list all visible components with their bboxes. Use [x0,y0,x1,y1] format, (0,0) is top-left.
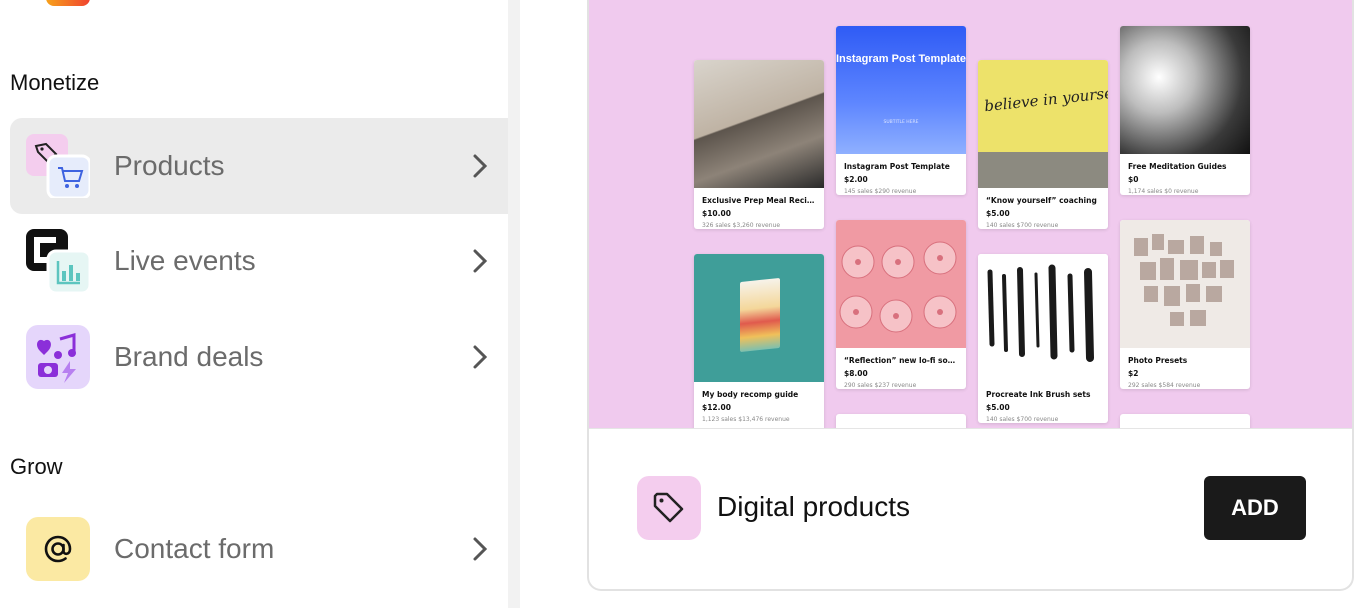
section-title-monetize: Monetize [10,70,100,95]
product-stats: 326 sales $3,260 revenue [702,222,781,229]
product-stats: 1,123 sales $13,476 revenue [702,416,790,423]
sidebar-item-label: Brand deals [114,341,264,372]
digital-products-card[interactable]: Exclusive Prep Meal Recipe $10.00 326 sa… [587,0,1354,591]
product-tile: Free Meditation Guides $0 1,174 sales $0… [1120,26,1250,195]
sidebar-item-label: Contact form [114,533,275,564]
sidebar-item-brand-deals[interactable]: Brand deals [10,309,522,405]
product-image-subtext: SUBTITLE HERE [883,120,919,125]
sidebar-item-live-events[interactable]: Live events [10,213,522,309]
chevron-right-icon [473,154,488,178]
product-tile: Procreate Ink Brush sets $5.00 140 sales… [978,254,1108,423]
product-price: $5.00 [986,403,1010,412]
product-tile: Instagram Post Template SUBTITLE HERE In… [836,26,966,195]
product-name: Exclusive Prep Meal Recipe [702,196,816,205]
sidebar-item-label: Live events [114,245,256,276]
product-price: $0 [1128,175,1139,184]
sidebar-item-products[interactable]: Products [10,118,522,214]
product-image [1120,220,1250,348]
product-tile: believe in yourself “Know yourself” coac… [978,60,1108,229]
sidebar-item-contact-form[interactable]: Contact form [10,501,522,597]
product-name: Instagram Post Template [844,162,950,171]
calendar-icon [26,229,92,295]
product-price: $2.00 [844,175,868,184]
product-image [1120,26,1250,154]
product-image [978,254,1108,382]
chevron-right-icon [473,537,488,561]
product-image-text: believe in yourself [983,82,1108,116]
product-stats: 292 sales $584 revenue [1128,382,1201,389]
at-sign-icon [26,517,90,581]
product-tile [1120,414,1250,428]
add-button[interactable]: ADD [1204,476,1306,540]
product-name: “Know yourself” coaching [986,196,1097,205]
product-name: “Reflection” new lo-fi song ... [844,356,958,365]
product-price: $5.00 [986,209,1010,218]
product-stats: 140 sales $700 revenue [986,416,1059,423]
card-footer: Digital products ADD [589,428,1352,589]
product-image: believe in yourself [978,60,1108,188]
chevron-right-icon [473,249,488,273]
product-price: $8.00 [844,369,868,378]
product-stats: 140 sales $700 revenue [986,222,1059,229]
product-image: Instagram Post Template SUBTITLE HERE [836,26,966,154]
heart-music-camera-icon [26,325,90,389]
product-stats: 145 sales $290 revenue [844,188,917,195]
chevron-right-icon [473,345,488,369]
product-price: $12.00 [702,403,731,412]
tag-icon [637,476,701,540]
tag-cart-icon [26,134,92,200]
product-name: My body recomp guide [702,390,799,399]
product-stats: 1,174 sales $0 revenue [1128,188,1199,195]
product-tile: My body recomp guide $12.00 1,123 sales … [694,254,824,428]
app-icon[interactable] [46,0,90,6]
product-preview: Exclusive Prep Meal Recipe $10.00 326 sa… [589,0,1352,428]
product-image [694,60,824,188]
product-image [836,220,966,348]
product-stats: 290 sales $237 revenue [844,382,917,389]
product-name: Free Meditation Guides [1128,162,1227,171]
product-price: $2 [1128,369,1139,378]
card-title: Digital products [717,491,910,522]
section-title-grow: Grow [10,454,63,479]
product-price: $10.00 [702,209,731,218]
divider [508,0,520,608]
product-image-text: Instagram Post Template [836,53,966,65]
sidebar: Monetize Products Live events Brand deal… [0,0,522,608]
product-name: Procreate Ink Brush sets [986,390,1091,399]
product-tile: Photo Presets $2 292 sales $584 revenue [1120,220,1250,389]
product-tile [836,414,966,428]
sidebar-item-label: Products [114,150,225,181]
product-name: Photo Presets [1128,356,1188,365]
product-tile: Exclusive Prep Meal Recipe $10.00 326 sa… [694,60,824,229]
product-image [694,254,824,382]
product-tile: “Reflection” new lo-fi song ... $8.00 29… [836,220,966,389]
